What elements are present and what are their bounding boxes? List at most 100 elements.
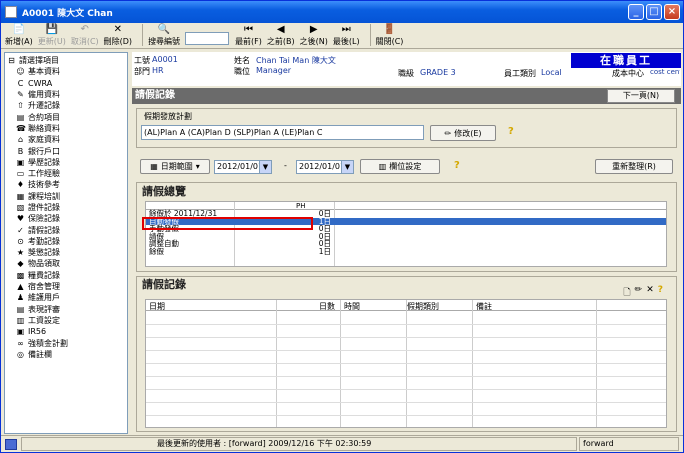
help-icon[interactable]: ? bbox=[508, 126, 514, 137]
summary-table[interactable]: PH 餘假於 2011/12/31 0日 自動發假 1日 手動發假 0日 請假 0日 調整自動 0… bbox=[145, 201, 667, 267]
date-range-button[interactable]: ▦ 日期範圍 ▾ bbox=[140, 159, 210, 174]
edit-plan-button[interactable]: ✏ 修改(E) bbox=[430, 125, 496, 141]
grade: GRADE 3 bbox=[420, 68, 456, 77]
tree-item-label: IR56 bbox=[28, 327, 47, 337]
tree-item[interactable]: ♥ 保險記錄 bbox=[7, 213, 127, 224]
close-button[interactable]: 🚪 關閉(C) bbox=[376, 23, 404, 47]
tree-item[interactable]: ★ 獎懲記錄 bbox=[7, 247, 127, 258]
tree-item-label: 證件記錄 bbox=[28, 203, 60, 212]
position: Manager bbox=[256, 66, 292, 75]
tree-item[interactable]: ▣ IR56 bbox=[7, 326, 127, 337]
ph-column-header: PH bbox=[296, 202, 306, 210]
grid-icon: ▥ bbox=[378, 162, 387, 171]
emp-no-label: 工號 bbox=[134, 56, 150, 65]
tree-item[interactable]: ◆ 物品領取 bbox=[7, 258, 127, 269]
ir56-icon: ▣ bbox=[16, 327, 25, 337]
navigation-tree[interactable]: ⊟ 請選擇項目 ☺ 基本資料 C CWRA ✎ 僱用資料 ⇧ 升遷記錄 ▤ 合約項目 ☎ 聯絡資料 ⌂ 家… bbox=[4, 52, 128, 434]
person-icon: ☺ bbox=[16, 67, 25, 77]
minimize-button[interactable]: _ bbox=[628, 4, 644, 20]
next-button[interactable]: ▶ 之後(N) bbox=[300, 23, 328, 47]
last-button[interactable]: ⏭ 最後(L) bbox=[333, 23, 360, 47]
tree-item-label: 課程培訓 bbox=[28, 191, 60, 201]
help-icon[interactable]: ? bbox=[454, 160, 460, 171]
leave-icon: ✓ bbox=[17, 225, 24, 235]
records-table[interactable]: 日期 日數 時間 假期類別 備註 bbox=[145, 299, 667, 428]
column-settings-button[interactable]: ▥ 欄位設定 bbox=[360, 159, 440, 174]
summary-row[interactable]: 請假 0日 bbox=[146, 233, 666, 241]
status-icon bbox=[5, 439, 17, 450]
tree-item-label: 表現評審 bbox=[28, 304, 60, 314]
tree-item[interactable]: B 銀行戶口 bbox=[7, 145, 127, 156]
tree-item-label: 物品領取 bbox=[28, 259, 60, 269]
date-to-input[interactable]: 2012/01/01 ▼ bbox=[296, 160, 354, 174]
tree-item[interactable]: ♟ 維護用戶 bbox=[7, 292, 127, 303]
tree-item-label: 糧費記錄 bbox=[28, 270, 60, 280]
tree-item[interactable]: ⊙ 考勤記錄 bbox=[7, 236, 127, 247]
update-button[interactable]: 💾 更新(U) bbox=[38, 23, 66, 47]
user-icon: ♟ bbox=[16, 293, 25, 303]
close-window-button[interactable]: × bbox=[664, 4, 680, 20]
minus-icon[interactable]: ⊟ bbox=[7, 56, 16, 65]
tree-item[interactable]: ▲ 宿舍管理 bbox=[7, 281, 127, 292]
cost-label: 成本中心 bbox=[612, 69, 644, 78]
tree-item[interactable]: ▩ 糧費記錄 bbox=[7, 270, 127, 281]
tree-item-label: 合約項目 bbox=[28, 112, 60, 122]
summary-row-value: 1日 bbox=[318, 246, 331, 256]
tree-item[interactable]: C CWRA bbox=[7, 78, 127, 89]
next-page-button[interactable]: 下一頁(N) bbox=[607, 89, 675, 103]
tree-item-label: 獎懲記錄 bbox=[28, 248, 60, 258]
tree-item[interactable]: ▤ 表現評審 bbox=[7, 304, 127, 315]
prev-button[interactable]: ◀ 之前(B) bbox=[267, 23, 295, 47]
tree-item[interactable]: ▦ 課程培訓 bbox=[7, 191, 127, 202]
tree-item[interactable]: ▥ 工資設定 bbox=[7, 315, 127, 326]
tree-item[interactable]: ✓ 請假記錄 bbox=[7, 224, 127, 235]
delete-button[interactable]: ✕ 刪除(D) bbox=[104, 23, 132, 47]
main-panel: 工號 A0001 部門 HR 姓名 Chan Tai Man 陳大文 職位 Ma… bbox=[132, 52, 681, 434]
tree-item[interactable]: ▤ 合約項目 bbox=[7, 111, 127, 122]
tree-item[interactable]: ▣ 學歷記錄 bbox=[7, 157, 127, 168]
insurance-icon: ♥ bbox=[16, 214, 25, 224]
cwra-icon: C bbox=[17, 78, 24, 88]
cancel-button[interactable]: ↶ 取消(C) bbox=[71, 23, 99, 47]
tree-item[interactable]: ✎ 僱用資料 bbox=[7, 89, 127, 100]
tree-item[interactable]: ☺ 基本資料 bbox=[7, 66, 127, 77]
pencil-icon: ✏ bbox=[444, 128, 452, 138]
plan-field[interactable]: (AL)Plan A (CA)Plan D (SLP)Plan A (LE)Pl… bbox=[141, 125, 424, 140]
first-button[interactable]: ⏮ 最前(F) bbox=[235, 23, 262, 47]
tree-item-label: 僱用資料 bbox=[28, 90, 60, 100]
summary-row[interactable]: 餘假 1日 bbox=[146, 248, 666, 256]
chevron-down-icon[interactable]: ▼ bbox=[259, 161, 271, 173]
last-updated: 最後更新的使用者 : [forward] 2009/12/16 下午 02:30… bbox=[21, 437, 577, 451]
summary-row[interactable]: 調整自動 0日 bbox=[146, 240, 666, 248]
tree-root[interactable]: ⊟ 請選擇項目 bbox=[7, 55, 127, 66]
tree-item[interactable]: ∞ 強積金計劃 bbox=[7, 337, 127, 348]
tree-item-label: 維護用戶 bbox=[28, 293, 60, 303]
item-icon: ◆ bbox=[17, 259, 24, 269]
search-input[interactable] bbox=[185, 32, 230, 45]
status-badge: 在職員工 bbox=[571, 53, 681, 68]
chevron-down-icon[interactable]: ▼ bbox=[341, 161, 353, 173]
title-bar[interactable]: A0001 陳大文 Chan _ □ × bbox=[1, 1, 683, 23]
tree-item[interactable]: ◎ 備註欄 bbox=[7, 349, 127, 360]
tree-item[interactable]: ▧ 證件記錄 bbox=[7, 202, 127, 213]
emp-no: A0001 bbox=[152, 55, 178, 64]
col-date: 日期 bbox=[149, 302, 165, 311]
tree-item[interactable]: ☎ 聯絡資料 bbox=[7, 123, 127, 134]
refresh-button[interactable]: 重新整理(R) bbox=[595, 159, 673, 174]
exit-icon: 🚪 bbox=[383, 24, 396, 35]
dept: HR bbox=[152, 66, 164, 75]
tree-item[interactable]: ♦ 技術參考 bbox=[7, 179, 127, 190]
next-icon: ▶ bbox=[309, 24, 318, 35]
search-button[interactable]: 🔍 搜尋編號 bbox=[148, 23, 180, 47]
date-from-input[interactable]: 2012/01/01 ▼ bbox=[214, 160, 272, 174]
undo-icon: ↶ bbox=[80, 24, 89, 35]
new-button[interactable]: 📄 新增(A) bbox=[5, 23, 33, 47]
tree-item[interactable]: ⇧ 升遷記錄 bbox=[7, 100, 127, 111]
emp-name: Chan Tai Man 陳大文 bbox=[256, 56, 336, 65]
tree-item-label: 備註欄 bbox=[28, 349, 52, 359]
tree-item-label: 工作經驗 bbox=[28, 169, 60, 179]
tree-item[interactable]: ▭ 工作經驗 bbox=[7, 168, 127, 179]
tree-item[interactable]: ⌂ 家庭資料 bbox=[7, 134, 127, 145]
maximize-button[interactable]: □ bbox=[646, 4, 662, 20]
save-icon: 💾 bbox=[45, 24, 58, 35]
